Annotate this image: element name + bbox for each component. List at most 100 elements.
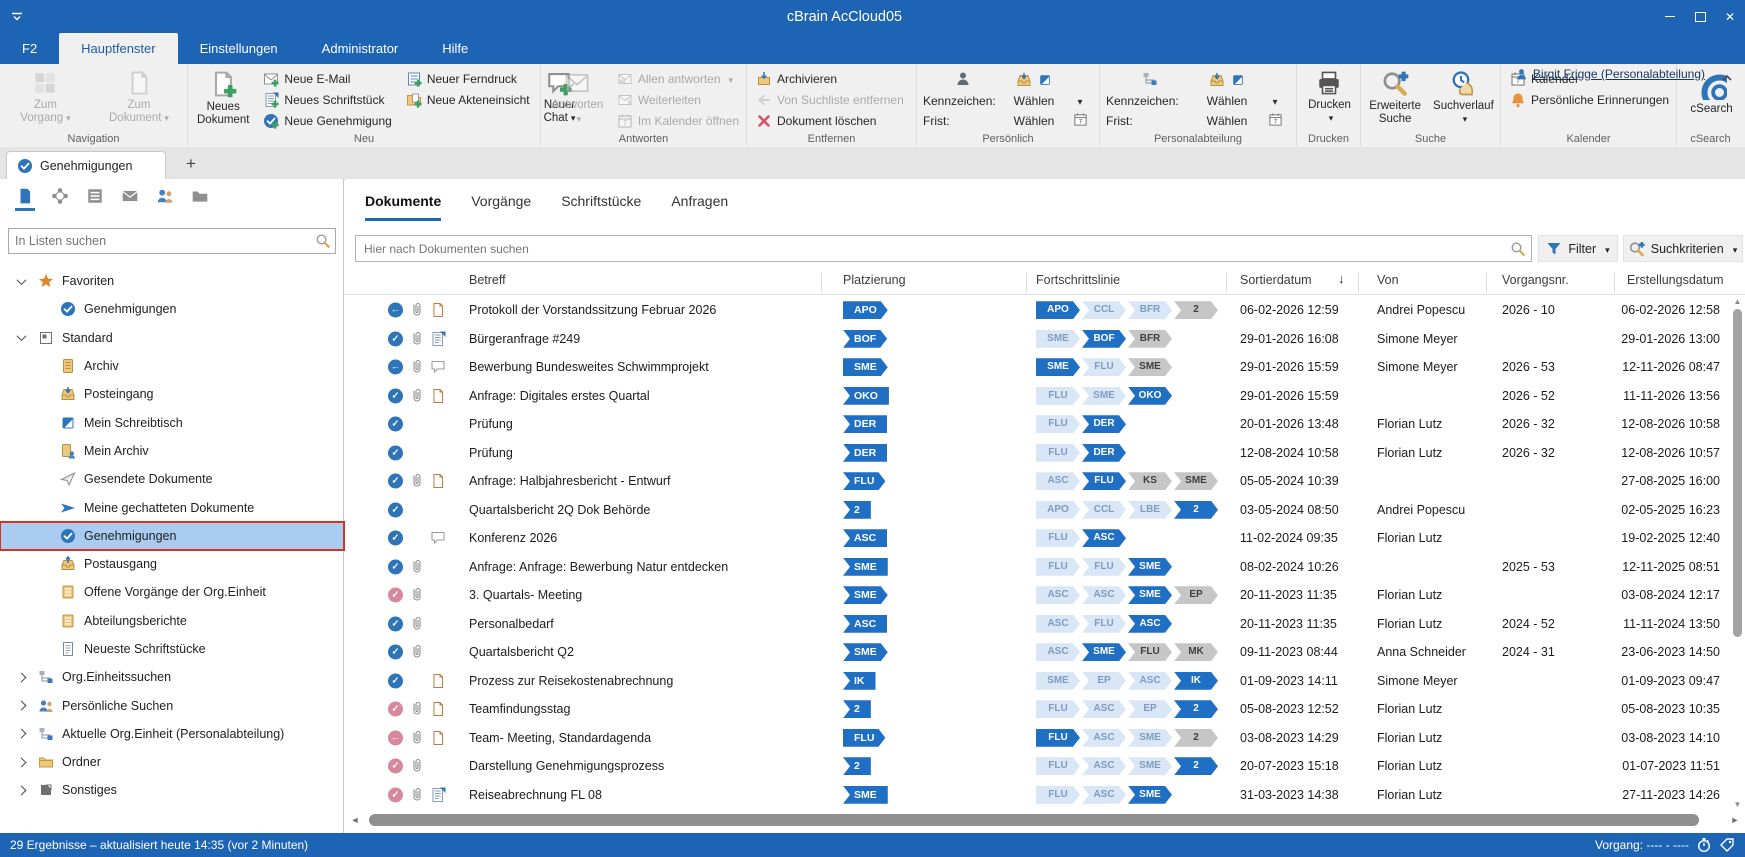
menu-item-f2[interactable]: F2 bbox=[0, 33, 59, 64]
table-row[interactable]: ✓ Bürgeranfrage #249 BOF SME BOF BFR 29-01-202… bbox=[345, 325, 1745, 354]
chevron-right-icon[interactable] bbox=[14, 757, 28, 768]
antworten-button[interactable]: Antworten bbox=[547, 69, 608, 131]
view-list-icon[interactable] bbox=[84, 184, 106, 208]
table-row[interactable]: ✓ Anfrage: Halbjahresbericht - Entwurf FLU… bbox=[345, 467, 1745, 496]
sidebar-item-org-einheitssuchen[interactable]: Org.Einheitssuchen bbox=[0, 663, 344, 691]
col-fortschrittslinie[interactable]: Fortschrittslinie bbox=[1036, 273, 1120, 287]
tab-genehmigungen[interactable]: Genehmigungen bbox=[6, 151, 166, 179]
suchkriterien-button[interactable]: Suchkriterien bbox=[1623, 235, 1743, 262]
vertical-scrollbar[interactable]: ▲ ▼ bbox=[1731, 297, 1744, 809]
sidebar-item-gesendete-dokumente[interactable]: Gesendete Dokumente bbox=[0, 465, 344, 493]
table-row[interactable]: ✓ Quartalsbericht Q2 SME ASC SME FLU MK 09-11-2… bbox=[345, 638, 1745, 667]
document-search-input[interactable] bbox=[356, 241, 1505, 256]
main-tab-dokumente[interactable]: Dokumente bbox=[365, 193, 442, 221]
sidebar-item-sonstiges[interactable]: Sonstiges bbox=[0, 776, 344, 804]
col-platzierung[interactable]: Platzierung bbox=[843, 273, 906, 287]
view-mail-icon[interactable] bbox=[119, 184, 141, 208]
sidebar-item-persönliche-suchen[interactable]: Persönliche Suchen bbox=[0, 691, 344, 719]
menu-item-hauptfenster[interactable]: Hauptfenster bbox=[59, 33, 178, 64]
table-row[interactable]: ✓ Teamfindungsstag 2 FLU ASC EP 2 05-08-2023 12… bbox=[345, 695, 1745, 724]
table-row[interactable]: ← Team- Meeting, Standardagenda FLU FLU ASC S… bbox=[345, 724, 1745, 753]
quick-access-icon[interactable] bbox=[0, 9, 34, 25]
col-von[interactable]: Von bbox=[1377, 273, 1399, 287]
scroll-left-icon[interactable]: ◄ bbox=[349, 815, 361, 825]
von-suchliste-entfernen-button[interactable]: Von Suchliste entfernen bbox=[753, 90, 912, 110]
maximize-button[interactable] bbox=[1685, 0, 1715, 33]
table-row[interactable]: ✓ Prüfung DER FLU DER 20-01-2026 13:48 Florian… bbox=[345, 410, 1745, 439]
sidebar-item-genehmigungen[interactable]: Genehmigungen bbox=[0, 295, 344, 323]
scroll-right-icon[interactable]: ► bbox=[1729, 815, 1741, 825]
unit-kennzeichen-dropdown-icon[interactable] bbox=[1260, 94, 1290, 108]
vertical-scroll-thumb[interactable] bbox=[1733, 309, 1742, 637]
col-betreff[interactable]: Betreff bbox=[469, 273, 506, 287]
zum-dokument-button[interactable]: Zum Dokument bbox=[95, 69, 183, 131]
filter-button[interactable]: Filter bbox=[1538, 235, 1618, 262]
table-row[interactable]: ✓ Konferenz 2026 ASC FLU ASC 11-02-2024 09:35… bbox=[345, 524, 1745, 553]
neues-schriftstueck-button[interactable]: Neues Schriftstück bbox=[260, 90, 394, 110]
sidebar-item-meine-gechatteten-dokumente[interactable]: Meine gechatteten Dokumente bbox=[0, 493, 344, 521]
table-row[interactable]: ✓ Personalbedarf ASC ASC FLU ASC 20-11-2023 11… bbox=[345, 610, 1745, 639]
frist-waehlen-button[interactable]: Wählen bbox=[1003, 114, 1065, 128]
table-row[interactable]: ✓ Prüfung DER FLU DER 12-08-2024 10:58 Florian… bbox=[345, 439, 1745, 468]
sidebar-item-mein-archiv[interactable]: Mein Archiv bbox=[0, 437, 344, 465]
dokument-loeschen-button[interactable]: Dokument löschen bbox=[753, 111, 912, 131]
table-row[interactable]: ✓ Darstellung Genehmigungsprozess 2 FLU ASC S… bbox=[345, 752, 1745, 781]
table-row[interactable]: ✓ 3. Quartals- Meeting SME ASC ASC SME EP 20-11… bbox=[345, 581, 1745, 610]
unit-frist-calendar-icon[interactable]: 7 bbox=[1268, 112, 1283, 127]
tag-icon[interactable] bbox=[1719, 837, 1735, 853]
table-row[interactable]: ✓ Prozess zur Reisekostenabrechnung IK SME E… bbox=[345, 667, 1745, 696]
table-row[interactable]: ✓ Anfrage: Anfrage: Bewerbung Natur entde… bbox=[345, 553, 1745, 582]
table-row[interactable]: ✓ Quartalsbericht 2Q Dok Behörde 2 APO CCL LB… bbox=[345, 496, 1745, 525]
neue-akteneinsicht-button[interactable]: Neue Akteneinsicht bbox=[403, 90, 533, 110]
sidebar-item-abteilungsberichte[interactable]: Abteilungsberichte bbox=[0, 607, 344, 635]
sidebar-item-archiv[interactable]: Archiv bbox=[0, 352, 344, 380]
archivieren-button[interactable]: Archivieren bbox=[753, 69, 912, 89]
erweiterte-suche-button[interactable]: Erweiterte Suche bbox=[1366, 69, 1424, 131]
sidebar-item-postausgang[interactable]: Postausgang bbox=[0, 550, 344, 578]
stopwatch-icon[interactable] bbox=[1696, 837, 1712, 853]
unit-frist-waehlen-button[interactable]: Wählen bbox=[1194, 114, 1260, 128]
table-row[interactable]: ✓ Reiseabrechnung FL 08 SME FLU ASC SME 31-03-… bbox=[345, 781, 1745, 810]
menu-item-administrator[interactable]: Administrator bbox=[300, 33, 421, 64]
minimize-button[interactable] bbox=[1655, 0, 1685, 33]
chevron-down-icon[interactable] bbox=[14, 331, 28, 342]
sidebar-item-aktuelle-org-einheit-personalabteilung[interactable]: Aktuelle Org.Einheit (Personalabteilung) bbox=[0, 720, 344, 748]
suchverlauf-button[interactable]: Suchverlauf bbox=[1430, 69, 1497, 131]
main-tab-vorgänge[interactable]: Vorgänge bbox=[471, 193, 531, 221]
scroll-up-icon[interactable]: ▲ bbox=[1731, 297, 1744, 306]
user-identity-link[interactable]: Birgit Frigge (Personalabteilung) bbox=[1515, 67, 1705, 81]
zum-vorgang-button[interactable]: Zum Vorgang bbox=[6, 69, 85, 131]
sidebar-item-genehmigungen[interactable]: Genehmigungen bbox=[0, 520, 345, 551]
menu-item-einstellungen[interactable]: Einstellungen bbox=[178, 33, 300, 64]
close-button[interactable] bbox=[1715, 0, 1745, 33]
horizontal-scrollbar[interactable]: ◄ ► bbox=[349, 812, 1741, 828]
neuer-ferndruck-button[interactable]: Neuer Ferndruck bbox=[403, 69, 533, 89]
col-sortierdatum[interactable]: Sortierdatum bbox=[1240, 273, 1312, 287]
new-tab-button[interactable] bbox=[178, 151, 204, 177]
sidebar-search-input[interactable] bbox=[9, 234, 311, 248]
view-people-icon[interactable] bbox=[154, 184, 176, 208]
im-kalender-oeffnen-button[interactable]: 7 Im Kalender öffnen bbox=[614, 111, 742, 131]
chevron-right-icon[interactable] bbox=[14, 700, 28, 711]
neue-genehmigung-button[interactable]: Neue Genehmigung bbox=[260, 111, 394, 131]
kennzeichen-dropdown-icon[interactable] bbox=[1065, 94, 1095, 108]
chevron-right-icon[interactable] bbox=[14, 785, 28, 796]
main-tab-anfragen[interactable]: Anfragen bbox=[671, 193, 728, 221]
neues-dokument-button[interactable]: Neues Dokument bbox=[194, 69, 252, 131]
col-erstellungsdatum[interactable]: Erstellungsdatum bbox=[1627, 273, 1724, 287]
collapse-ribbon-icon[interactable] bbox=[1719, 70, 1735, 86]
view-network-icon[interactable] bbox=[49, 184, 71, 208]
view-folder-icon[interactable] bbox=[189, 184, 211, 208]
frist-calendar-icon[interactable]: 7 bbox=[1073, 112, 1088, 127]
scroll-down-icon[interactable]: ▼ bbox=[1731, 800, 1744, 809]
weiterleiten-button[interactable]: Weiterleiten bbox=[614, 90, 742, 110]
chevron-down-icon[interactable] bbox=[14, 274, 28, 285]
sidebar-item-ordner[interactable]: Ordner bbox=[0, 748, 344, 776]
table-row[interactable]: ← Protokoll der Vorstandssitzung Februar … bbox=[345, 296, 1745, 325]
sidebar-item-offene-vorgänge-der-org-einheit[interactable]: Offene Vorgänge der Org.Einheit bbox=[0, 578, 344, 606]
col-vorgangsnr[interactable]: Vorgangsnr. bbox=[1502, 273, 1569, 287]
chevron-right-icon[interactable] bbox=[14, 728, 28, 739]
view-documents-icon[interactable] bbox=[14, 184, 36, 211]
table-row[interactable]: ← Bewerbung Bundesweites Schwimmprojekt SM… bbox=[345, 353, 1745, 382]
persoenliche-erinnerungen-button[interactable]: Persönliche Erinnerungen bbox=[1507, 90, 1672, 110]
